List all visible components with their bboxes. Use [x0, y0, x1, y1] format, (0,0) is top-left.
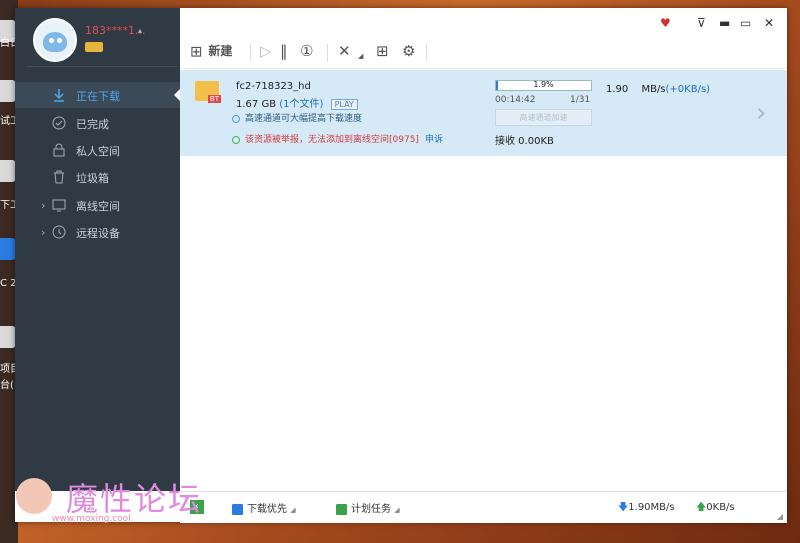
down-speed-value: 1.90MB/s	[628, 502, 675, 513]
user-name[interactable]: 183****1...	[85, 24, 145, 37]
desktop-icon[interactable]	[0, 80, 16, 102]
total-download-speed: 🡇1.90MB/s	[618, 500, 675, 517]
priority-dropdown-icon[interactable]: ◢	[290, 506, 295, 514]
total-upload-speed: 🡅0KB/s	[696, 500, 735, 517]
bt-icon: BT	[207, 95, 221, 103]
elapsed-time: 00:14:42	[495, 95, 536, 105]
schedule-label: 计划任务	[351, 504, 391, 515]
up-speed-value: 0KB/s	[706, 502, 735, 513]
received-text: 接收 0.00KB	[495, 136, 554, 147]
play-button[interactable]: PLAY	[330, 99, 358, 110]
toolbar: ⊞ 新建 ▷ ‖ ① ✕ ◢ ⊞ ⚙	[180, 38, 787, 69]
menu-icon[interactable]: ⊽	[697, 16, 706, 30]
sidebar: 183****1... ▴ 正在下载 已完成 私人空间 垃圾箱 › 离线空间 ›	[15, 8, 180, 491]
check-circle-icon	[52, 116, 66, 130]
speed-value: 1.90	[606, 84, 629, 95]
avatar-eye	[57, 38, 62, 43]
vip-badge	[85, 42, 103, 52]
sidebar-divider	[27, 66, 177, 67]
sidebar-item-label: 正在下载	[76, 90, 120, 103]
task-files-link[interactable]: (1个文件)	[279, 99, 323, 110]
sidebar-item-downloading[interactable]: 正在下载	[15, 82, 180, 108]
cloud-icon	[52, 199, 66, 212]
status-bar: ‹ 下载优先 ◢ 计划任务 ◢ 🡇1.90MB/s 🡅0KB/s ◢	[180, 491, 787, 523]
tip-dot-icon	[232, 114, 240, 123]
download-priority-button[interactable]: 下载优先 ◢	[232, 500, 296, 515]
avatar-eye	[49, 38, 54, 43]
file-count: 1/31	[570, 95, 591, 105]
watermark-mascot	[16, 478, 52, 514]
accel-tip-text: 高速通道可大幅提高下载速度	[245, 114, 363, 124]
sidebar-item-remote-devices[interactable]: › 远程设备	[15, 219, 180, 245]
minimize-icon[interactable]: ▬	[719, 16, 730, 30]
chevron-right-icon[interactable]: ›	[41, 199, 45, 212]
new-task-label: 新建	[208, 44, 233, 58]
report-warning: 该资源被举报，无法添加到离线空间[0975] 申诉	[232, 132, 443, 145]
up-arrow-icon: 🡅	[696, 502, 707, 513]
plus-icon: ⊞	[190, 42, 203, 61]
toolbar-separator	[426, 44, 427, 62]
task-size-line: 1.67 GB (1个文件) PLAY	[236, 95, 358, 110]
sidebar-item-completed[interactable]: 已完成	[15, 110, 180, 136]
downloader-window: 183****1... ▴ 正在下载 已完成 私人空间 垃圾箱 › 离线空间 ›	[15, 8, 787, 523]
play-icon[interactable]: ▷	[260, 42, 272, 64]
desktop-icon[interactable]	[0, 326, 16, 348]
lock-icon	[53, 143, 65, 157]
sidebar-item-label: 垃圾箱	[76, 172, 109, 185]
sidebar-item-trash[interactable]: 垃圾箱	[15, 164, 180, 190]
progress-text: 1.9%	[533, 80, 554, 89]
priority-icon[interactable]: ①	[300, 42, 313, 64]
avatar[interactable]	[33, 18, 77, 62]
priority-icon	[232, 503, 243, 515]
warning-dot-icon	[232, 135, 240, 144]
progress-bar: 1.9%	[495, 80, 592, 91]
sidebar-item-offline-space[interactable]: › 离线空间	[15, 192, 180, 218]
resize-grip-icon[interactable]: ◢	[777, 512, 783, 521]
speed-unit: MB/s	[641, 84, 666, 95]
desktop-icon[interactable]	[0, 238, 16, 260]
user-menu-caret[interactable]: ▴	[138, 26, 142, 35]
avatar-face	[43, 32, 67, 52]
sidebar-item-private-space[interactable]: 私人空间	[15, 137, 180, 163]
title-bar: ♥ ⊽ ▬ ▭ ✕	[180, 8, 787, 38]
accel-tip: 高速通道可大幅提高下载速度	[232, 111, 362, 124]
grid-view-icon[interactable]: ⊞	[376, 42, 389, 64]
desktop-icon-label: 台(	[0, 380, 14, 391]
skin-icon[interactable]: ♥	[660, 16, 671, 30]
close-icon[interactable]: ✕	[764, 16, 774, 30]
sidebar-item-label: 离线空间	[76, 200, 120, 213]
pause-icon[interactable]: ‖	[280, 42, 288, 64]
trash-icon	[54, 170, 64, 184]
new-task-button[interactable]: ⊞ 新建	[190, 42, 232, 64]
chevron-right-icon[interactable]: ›	[41, 226, 45, 239]
toolbar-separator	[327, 44, 328, 62]
task-row[interactable]: BT fc2-718323_hd 1.67 GB (1个文件) PLAY 高速通…	[180, 70, 787, 156]
download-speed: 1.90 MB/s(+0KB/s)	[606, 84, 710, 95]
schedule-dropdown-icon[interactable]: ◢	[394, 506, 399, 514]
task-name: fc2-718323_hd	[236, 81, 311, 92]
folder-icon: BT	[195, 81, 221, 103]
delete-icon[interactable]: ✕	[338, 42, 351, 64]
down-arrow-icon: 🡇	[618, 502, 629, 513]
toolbar-separator	[250, 44, 251, 62]
appeal-link[interactable]: 申诉	[425, 135, 443, 145]
chevron-right-icon[interactable]: ›	[756, 98, 766, 128]
upload-speed: (+0KB/s)	[665, 84, 711, 95]
task-size: 1.67 GB	[236, 99, 277, 110]
watermark-url: www.moxing.cool	[52, 514, 131, 524]
desktop-icon[interactable]	[0, 160, 16, 182]
sidebar-item-label: 远程设备	[76, 227, 120, 240]
settings-icon[interactable]: ⚙	[402, 42, 415, 64]
schedule-icon	[336, 503, 347, 515]
report-warning-text: 该资源被举报，无法添加到离线空间[0975]	[245, 135, 419, 145]
remote-device-icon	[52, 225, 66, 239]
accel-button[interactable]: 高速通道加速	[495, 109, 592, 126]
download-icon	[54, 89, 64, 102]
priority-label: 下载优先	[247, 504, 287, 515]
sidebar-item-label: 已完成	[76, 118, 109, 131]
maximize-icon[interactable]: ▭	[740, 16, 751, 30]
sidebar-item-label: 私人空间	[76, 145, 120, 158]
scheduled-task-button[interactable]: 计划任务 ◢	[336, 500, 400, 515]
